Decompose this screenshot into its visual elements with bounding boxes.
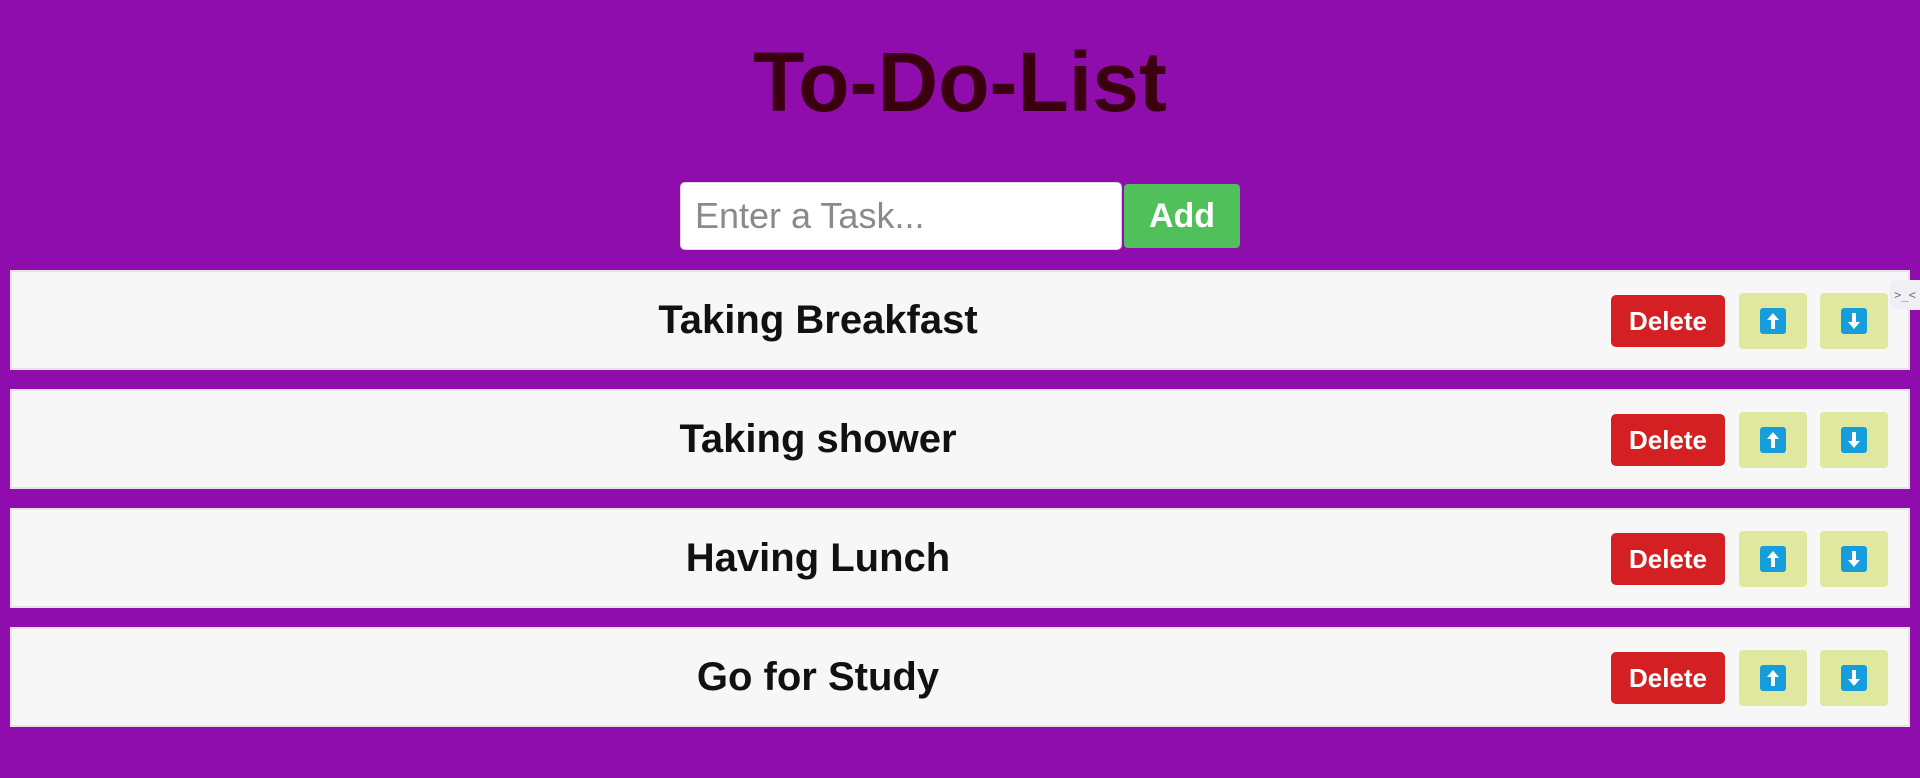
task-row: Taking Breakfast Delete — [10, 270, 1910, 370]
task-text: Having Lunch — [685, 536, 951, 580]
move-down-button[interactable] — [1820, 650, 1888, 706]
move-down-button[interactable] — [1820, 412, 1888, 468]
move-up-button[interactable] — [1739, 650, 1807, 706]
arrow-down-icon — [1841, 546, 1867, 572]
move-down-button[interactable] — [1820, 293, 1888, 349]
move-up-button[interactable] — [1739, 531, 1807, 587]
task-row: Taking shower Delete — [10, 389, 1910, 489]
arrow-down-icon — [1841, 427, 1867, 453]
delete-button[interactable]: Delete — [1611, 295, 1725, 347]
task-actions: Delete — [1611, 293, 1888, 349]
arrow-up-icon — [1760, 665, 1786, 691]
arrow-down-icon — [1841, 308, 1867, 334]
move-up-button[interactable] — [1739, 412, 1807, 468]
task-text: Go for Study — [696, 655, 940, 699]
page-title: To-Do-List — [753, 35, 1167, 129]
add-task-form: Add — [680, 182, 1240, 250]
add-button[interactable]: Add — [1124, 184, 1240, 248]
move-down-button[interactable] — [1820, 531, 1888, 587]
move-up-button[interactable] — [1739, 293, 1807, 349]
delete-button[interactable]: Delete — [1611, 652, 1725, 704]
task-row: Go for Study Delete — [10, 627, 1910, 727]
delete-button[interactable]: Delete — [1611, 533, 1725, 585]
task-text: Taking Breakfast — [658, 298, 978, 342]
collapse-icon[interactable]: >_< — [1890, 280, 1920, 310]
delete-button[interactable]: Delete — [1611, 414, 1725, 466]
task-row: Having Lunch Delete — [10, 508, 1910, 608]
arrow-up-icon — [1760, 427, 1786, 453]
arrow-up-icon — [1760, 308, 1786, 334]
arrow-down-icon — [1841, 665, 1867, 691]
arrow-up-icon — [1760, 546, 1786, 572]
task-actions: Delete — [1611, 412, 1888, 468]
task-actions: Delete — [1611, 531, 1888, 587]
task-list: Taking Breakfast Delete Taking shower De… — [10, 270, 1910, 746]
task-text: Taking shower — [679, 417, 957, 461]
task-input[interactable] — [680, 182, 1122, 250]
task-actions: Delete — [1611, 650, 1888, 706]
